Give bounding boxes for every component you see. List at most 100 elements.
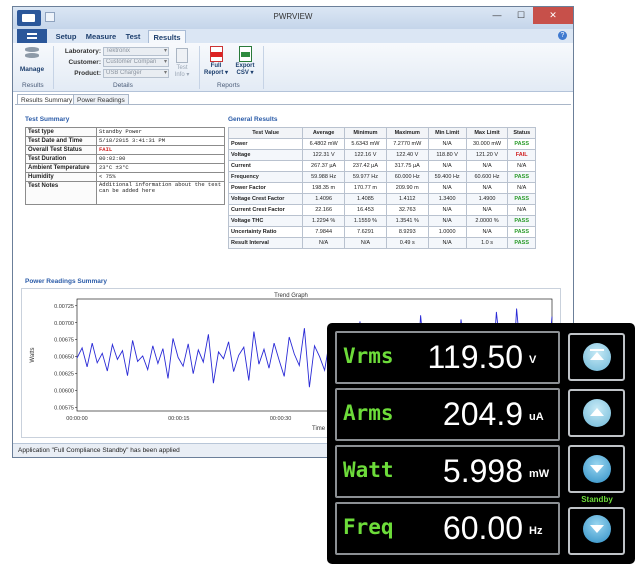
- meter-row-freq: Freq 60.00 Hz: [335, 502, 560, 555]
- chart-title: Trend Graph: [274, 293, 308, 299]
- product-select[interactable]: USB Charger: [103, 69, 169, 78]
- tab-results[interactable]: Results: [148, 30, 186, 43]
- results-cell: N/A: [427, 138, 467, 150]
- full-report-button[interactable]: Full Report ▾: [203, 46, 229, 77]
- results-group-label: Results: [22, 82, 44, 89]
- database-icon: [25, 47, 39, 63]
- meter-scroll-top-button[interactable]: [568, 333, 625, 381]
- summary-row: Test Date and Time 5/18/2015 3:41:31 PM: [25, 136, 225, 146]
- results-row: Voltage Crest Factor 1.4096 1.4085 1.4112 1.…: [227, 193, 536, 205]
- ribbon-separator: [263, 46, 264, 89]
- test-info-button[interactable]: Test Info ▾: [171, 48, 193, 79]
- meter-unit: Hz: [529, 525, 543, 537]
- laboratory-select[interactable]: Tektronix: [103, 47, 169, 56]
- results-cell: 22.166: [302, 204, 346, 216]
- y-tick-label: 0.00600: [54, 389, 74, 395]
- results-cell: 60.000 Hz: [385, 171, 429, 183]
- meter-value: 119.50: [427, 339, 524, 375]
- spreadsheet-icon: [238, 46, 252, 62]
- minimize-icon[interactable]: —: [485, 7, 509, 24]
- summary-key: Test type: [25, 127, 97, 137]
- y-tick-label: 0.00725: [54, 304, 74, 310]
- meter-value: 60.00: [442, 510, 523, 546]
- meter-unit: uA: [529, 411, 544, 423]
- full-report-label: Full Report ▾: [203, 63, 228, 76]
- power-readings-title: Power Readings Summary: [25, 278, 107, 285]
- summary-value: 5/18/2015 3:41:31 PM: [96, 136, 225, 146]
- close-icon[interactable]: ✕: [533, 7, 573, 24]
- results-cell: 1.4096: [302, 193, 346, 205]
- details-group-label: Details: [113, 82, 133, 89]
- meter-down-button[interactable]: [568, 445, 625, 493]
- results-cell: 59.400 Hz: [427, 171, 467, 183]
- x-tick-label: 00:00:00: [66, 416, 87, 422]
- product-field: Product: USB Charger: [61, 69, 171, 78]
- results-cell: 122.40 V: [385, 149, 429, 161]
- results-column-header: Test Value: [227, 127, 304, 139]
- tab-setup[interactable]: Setup: [51, 30, 81, 43]
- tab-test[interactable]: Test: [121, 30, 145, 43]
- results-cell: N/A: [427, 237, 467, 249]
- results-cell: 30.000 mW: [465, 138, 509, 150]
- results-test-name: Power Factor: [227, 182, 304, 194]
- summary-row: Test Notes Additional information about t…: [25, 181, 225, 205]
- results-test-name: Current Crest Factor: [227, 204, 304, 216]
- results-cell: 122.31 V: [302, 149, 346, 161]
- tab-measure[interactable]: Measure: [83, 30, 119, 43]
- results-cell: 1.4112: [385, 193, 429, 205]
- ribbon-tab-strip: Setup Measure Test Results ?: [13, 29, 573, 43]
- meter-label: Freq: [343, 515, 394, 539]
- results-row: Voltage 122.31 V 122.16 V 122.40 V 118.80 V1…: [227, 149, 536, 161]
- help-icon[interactable]: ?: [558, 31, 567, 40]
- results-test-name: Uncertainty Ratio: [227, 226, 304, 238]
- status-badge: PASS: [507, 138, 536, 150]
- results-cell: N/A: [427, 182, 467, 194]
- results-cell: N/A: [465, 160, 509, 172]
- summary-row: Test type Standby Power: [25, 127, 225, 137]
- x-tick-label: 00:00:30: [270, 416, 291, 422]
- meter-scroll-bottom-button[interactable]: [568, 507, 625, 555]
- standby-label: Standby: [581, 495, 613, 504]
- results-test-name: Frequency: [227, 171, 304, 183]
- summary-key: Test Date and Time: [25, 136, 97, 146]
- manage-button[interactable]: Manage: [17, 47, 47, 74]
- meter-value: 5.998: [442, 453, 523, 489]
- x-tick-label: 00:00:15: [168, 416, 189, 422]
- meter-row-arms: Arms 204.9 uA: [335, 388, 560, 441]
- customer-select[interactable]: Customer Compan: [103, 58, 169, 67]
- pdf-icon: [209, 46, 223, 62]
- results-column-header: Average: [302, 127, 346, 139]
- results-cell: 1.0000: [427, 226, 467, 238]
- results-cell: 2.0000 %: [465, 215, 509, 227]
- export-csv-button[interactable]: Export CSV ▾: [232, 46, 258, 77]
- summary-row: Overall Test Status FAIL: [25, 145, 225, 155]
- document-icon: [176, 48, 188, 63]
- up-arrow-icon: [583, 399, 611, 427]
- summary-value: 00:02:00: [96, 154, 225, 164]
- y-axis-label: Watts: [30, 347, 36, 362]
- file-menu-button[interactable]: [17, 29, 47, 43]
- y-tick-label: 0.00700: [54, 321, 74, 327]
- results-cell: 7.9844: [302, 226, 346, 238]
- summary-row: Test Duration 00:02:00: [25, 154, 225, 164]
- meter-up-button[interactable]: [568, 389, 625, 437]
- maximize-icon[interactable]: ☐: [509, 7, 533, 24]
- results-cell: 0.49 s: [385, 237, 429, 249]
- status-badge: N/A: [507, 204, 536, 216]
- window-controls: — ☐ ✕: [485, 7, 573, 24]
- results-test-name: Power: [227, 138, 304, 150]
- results-cell: 122.16 V: [344, 149, 387, 161]
- results-row: Result Interval N/A N/A 0.49 s N/A 1.0 s PASS: [227, 237, 536, 249]
- results-cell: 118.80 V: [427, 149, 467, 161]
- results-cell: 1.0 s: [465, 237, 509, 249]
- results-cell: N/A: [302, 237, 346, 249]
- status-badge: PASS: [507, 215, 536, 227]
- test-info-label: Test Info ▾: [174, 65, 190, 78]
- summary-key: Ambient Temperature: [25, 163, 97, 173]
- results-cell: 198.35 m: [302, 182, 346, 194]
- results-cell: 60.600 Hz: [465, 171, 509, 183]
- summary-key: Humidity: [25, 172, 97, 182]
- meter-label: Arms: [343, 401, 394, 425]
- results-cell: 1.3400: [427, 193, 467, 205]
- meter-label: Vrms: [343, 344, 394, 368]
